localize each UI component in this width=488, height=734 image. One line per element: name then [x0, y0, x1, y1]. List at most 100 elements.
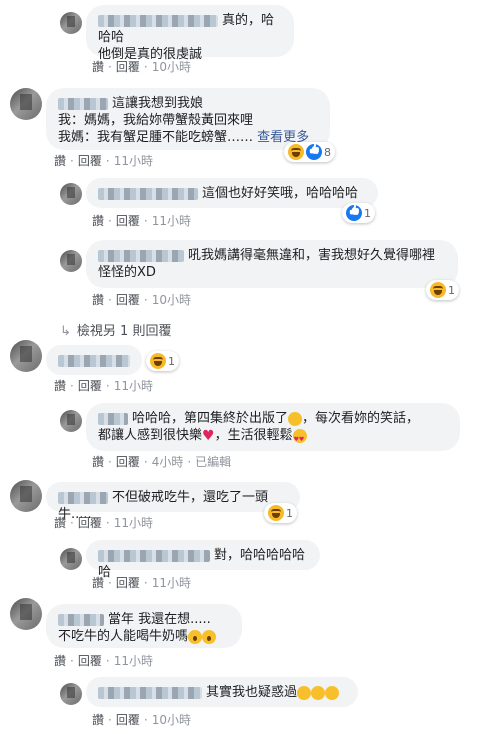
like-icon — [346, 205, 362, 221]
comment-text: 吼我媽講得毫無違和，害我想好久覺得哪裡 — [188, 248, 436, 263]
edited-label[interactable]: 已編輯 — [195, 455, 231, 469]
reply-button[interactable]: 回覆 — [78, 154, 102, 168]
timestamp[interactable]: 10小時 — [152, 293, 191, 307]
comment-text-line2: 怪怪的XD — [98, 265, 156, 280]
like-button[interactable]: 讚 — [92, 576, 104, 590]
comment-text-line2: 都讓人感到很快樂 — [98, 428, 203, 443]
like-button[interactable]: 讚 — [54, 654, 66, 668]
reply-button[interactable]: 回覆 — [78, 379, 102, 393]
timestamp[interactable]: 10小時 — [152, 713, 191, 727]
timestamp[interactable]: 4小時 — [152, 455, 184, 469]
comment-text-line3: 我媽：我有蟹足腫不能吃螃蟹…… — [58, 130, 254, 145]
comment-text-line2: 不吃牛的人能喝牛奶嗎 — [58, 629, 189, 644]
avatar[interactable] — [60, 183, 82, 205]
view-more-label: 檢視另 1 則回覆 — [76, 324, 172, 339]
reaction-count: 1 — [168, 354, 175, 368]
author-name[interactable] — [98, 686, 202, 699]
reply-button[interactable]: 回覆 — [116, 60, 140, 74]
comment-text: 其實我也疑惑過 — [206, 685, 298, 700]
like-button[interactable]: 讚 — [92, 293, 104, 307]
confused-emoji-icon — [202, 629, 217, 644]
reaction-summary[interactable]: 1 — [146, 351, 179, 371]
wow-emoji-icon — [188, 629, 203, 644]
comment-text: 哈哈哈，第四集終於出版了 — [132, 411, 289, 426]
laugh-emoji-icon — [297, 685, 312, 700]
avatar[interactable] — [10, 88, 42, 120]
avatar[interactable] — [60, 410, 82, 432]
reply-button[interactable]: 回覆 — [116, 293, 140, 307]
heart-emoji-icon — [202, 429, 215, 443]
view-more-replies-link[interactable]: ↳ 檢視另 1 則回覆 — [60, 320, 171, 339]
comment-actions: 讚 · 回覆 · 11小時 — [92, 214, 191, 228]
comment-actions: 讚 · 回覆 · 10小時 — [92, 293, 191, 307]
comment-text: 當年 我還在想..... — [108, 612, 211, 627]
author-name[interactable] — [98, 14, 218, 27]
author-name[interactable] — [58, 491, 108, 504]
avatar[interactable] — [10, 598, 42, 630]
reaction-summary[interactable]: 1 — [342, 203, 375, 223]
comment-bubble: 其實我也疑惑過 — [86, 677, 358, 707]
reaction-summary[interactable]: 8 — [284, 142, 335, 162]
timestamp[interactable]: 10小時 — [152, 60, 191, 74]
comment-bubble: 不但破戒吃牛，還吃了一頭牛..... — [46, 482, 300, 522]
comment-text: 這個也好好笑哦，哈哈哈哈 — [202, 186, 359, 201]
like-button[interactable]: 讚 — [92, 60, 104, 74]
timestamp[interactable]: 11小時 — [114, 516, 153, 530]
comment-actions: 讚 · 回覆 · 4小時 · 已編輯 — [92, 455, 232, 469]
comment-actions: 讚 · 回覆 · 10小時 — [92, 713, 191, 727]
reaction-summary[interactable]: 1 — [426, 280, 459, 300]
haha-icon — [268, 505, 284, 521]
avatar[interactable] — [60, 683, 82, 705]
author-name[interactable] — [58, 354, 130, 367]
author-name[interactable] — [98, 549, 210, 562]
heart-eyes-emoji-icon — [292, 428, 307, 448]
avatar[interactable] — [60, 250, 82, 272]
avatar[interactable] — [60, 12, 82, 34]
comment-bubble: 吼我媽講得毫無違和，害我想好久覺得哪裡 怪怪的XD — [86, 240, 458, 288]
reaction-summary[interactable]: 1 — [264, 503, 297, 523]
like-button[interactable]: 讚 — [92, 713, 104, 727]
timestamp[interactable]: 11小時 — [152, 576, 191, 590]
reply-button[interactable]: 回覆 — [116, 713, 140, 727]
laugh-emoji-icon — [311, 685, 326, 700]
like-button[interactable]: 讚 — [54, 516, 66, 530]
reply-button[interactable]: 回覆 — [116, 455, 140, 469]
comment-bubble: 對，哈哈哈哈哈哈 — [86, 540, 320, 580]
reply-button[interactable]: 回覆 — [78, 516, 102, 530]
timestamp[interactable]: 11小時 — [114, 654, 153, 668]
reply-button[interactable]: 回覆 — [116, 214, 140, 228]
comment-bubble: 真的，哈哈哈 他倒是真的很虔誠 — [86, 5, 294, 62]
laugh-emoji-icon — [325, 685, 340, 700]
avatar[interactable] — [10, 340, 42, 372]
timestamp[interactable]: 11小時 — [114, 379, 153, 393]
author-name[interactable] — [98, 412, 128, 425]
haha-icon — [430, 282, 446, 298]
comment-actions: 讚 · 回覆 · 11小時 — [92, 576, 191, 590]
reply-button[interactable]: 回覆 — [78, 654, 102, 668]
comment-bubble: 這讓我想到我娘 我：媽媽，我給妳帶蟹殼黃回來哩 我媽：我有蟹足腫不能吃螃蟹…… … — [46, 88, 330, 150]
reaction-count: 1 — [448, 283, 455, 297]
timestamp[interactable]: 11小時 — [114, 154, 153, 168]
avatar[interactable] — [60, 548, 82, 570]
comment-text-b: ，每次看妳的笑話， — [302, 411, 420, 426]
like-button[interactable]: 讚 — [54, 379, 66, 393]
author-name[interactable] — [98, 187, 198, 200]
avatar[interactable] — [10, 480, 42, 512]
comment-actions: 讚 · 回覆 · 11小時 — [54, 516, 153, 530]
reply-button[interactable]: 回覆 — [116, 576, 140, 590]
like-icon — [306, 144, 322, 160]
haha-icon — [288, 144, 304, 160]
author-name[interactable] — [58, 613, 104, 626]
like-button[interactable]: 讚 — [92, 455, 104, 469]
like-button[interactable]: 讚 — [92, 214, 104, 228]
like-button[interactable]: 讚 — [54, 154, 66, 168]
comment-bubble: 哈哈哈，第四集終於出版了 ，每次看妳的笑話， 都讓人感到很快樂 ，生活很輕鬆 — [86, 403, 460, 451]
author-name[interactable] — [58, 97, 108, 110]
comment-bubble — [46, 345, 142, 375]
comment-text-line2b: ，生活很輕鬆 — [214, 428, 293, 443]
haha-icon — [150, 353, 166, 369]
comment-actions: 讚 · 回覆 · 11小時 — [54, 379, 153, 393]
author-name[interactable] — [98, 249, 184, 262]
timestamp[interactable]: 11小時 — [152, 214, 191, 228]
comment-bubble: 這個也好好笑哦，哈哈哈哈 — [86, 178, 378, 208]
